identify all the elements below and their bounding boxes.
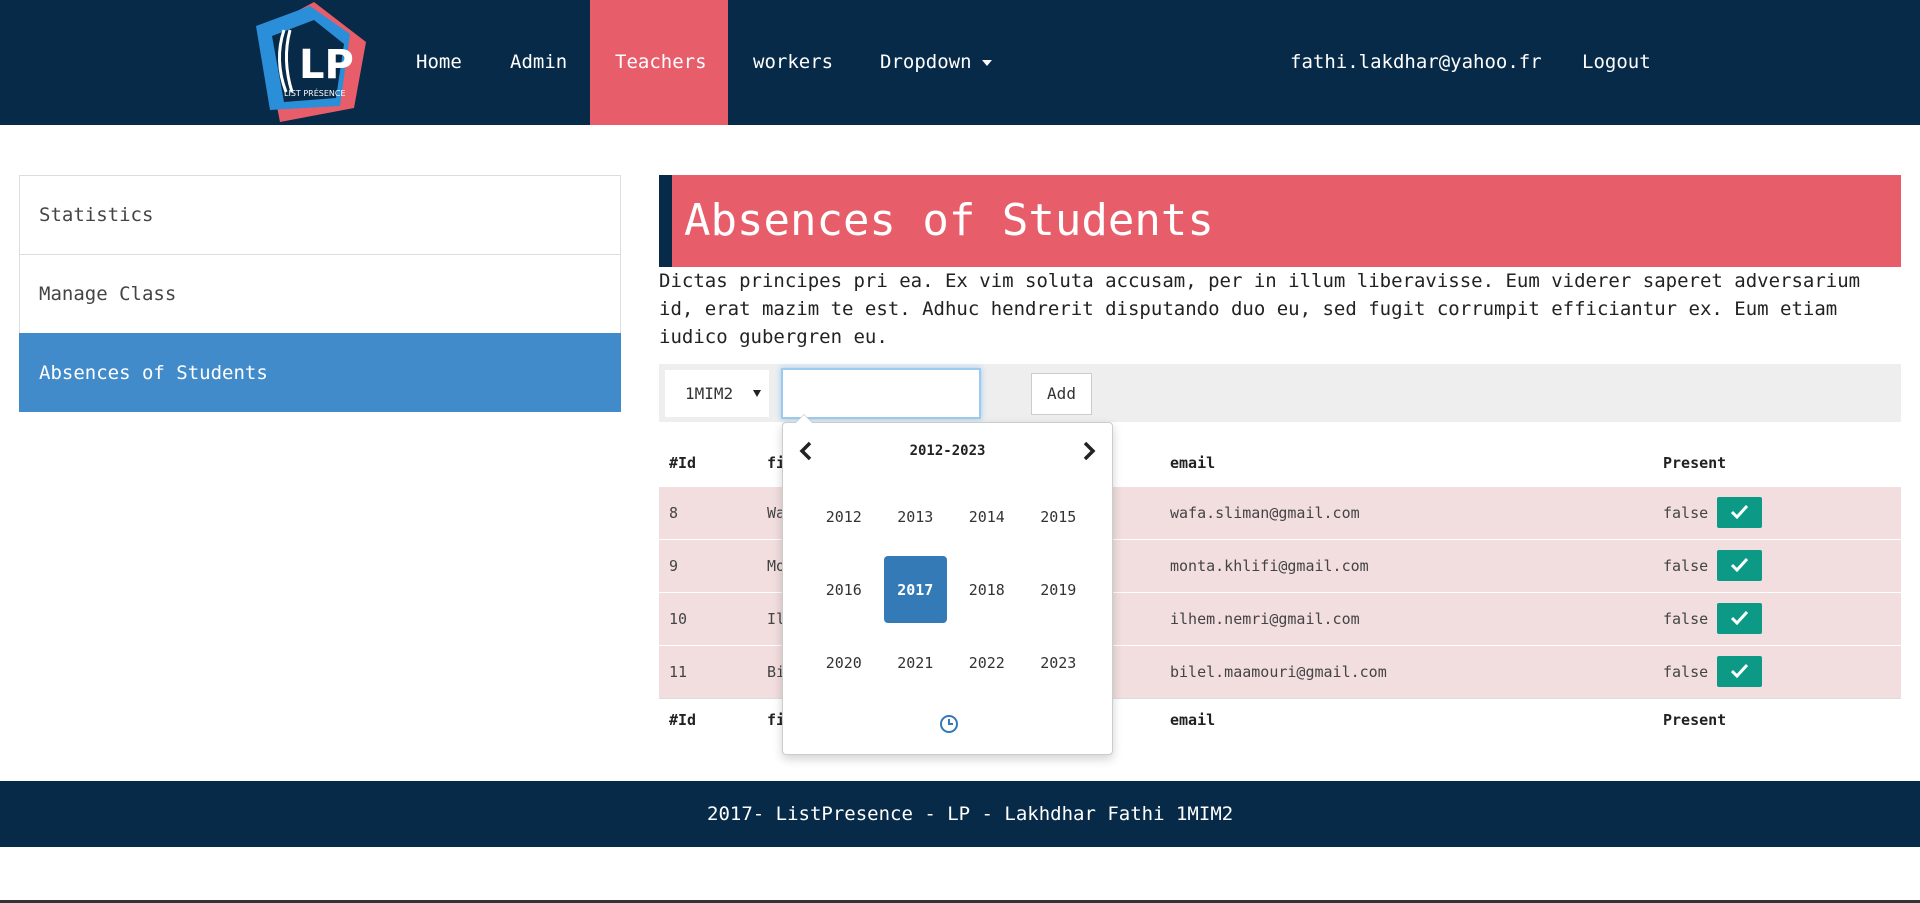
year-cell[interactable]: 2016 <box>812 556 876 623</box>
user-email-label: fathi.lakdhar@yahoo.fr <box>1290 51 1542 73</box>
present-value: false <box>1663 556 1709 575</box>
picker-decade-title[interactable]: 2012-2023 <box>833 437 1062 465</box>
caret-down-icon <box>981 59 992 66</box>
cell-id: 8 <box>659 485 757 539</box>
year-cell-selected[interactable]: 2017 <box>883 556 947 623</box>
nav-workers-label: workers <box>753 51 834 73</box>
footer: 2017- ListPresence - LP - Lakhdhar Fathi… <box>0 781 1920 847</box>
nav-admin-label: Admin <box>510 51 568 73</box>
year-cell[interactable]: 2021 <box>884 629 948 696</box>
year-cell[interactable]: 2013 <box>884 483 948 550</box>
year-cell[interactable]: 2023 <box>1027 629 1091 696</box>
nav-home[interactable]: Home <box>391 0 487 125</box>
checkmark-icon <box>1731 611 1749 625</box>
navbar: LP LIST PRÉSENCE Home Admin Teachers wor… <box>0 0 1920 125</box>
dropdown-arrow-icon <box>753 390 761 397</box>
header-id: #Id <box>669 453 697 472</box>
sidebar-item-manage-class[interactable]: Manage Class <box>19 254 621 333</box>
year-cell[interactable]: 2012 <box>812 483 876 550</box>
logo-text: LP <box>299 42 354 88</box>
logout-label: Logout <box>1582 51 1651 73</box>
cell-present: false <box>1653 591 1901 645</box>
nav-dropdown-label: Dropdown <box>880 51 972 73</box>
cell-email: ilhem.nemri@gmail.com <box>1160 591 1653 645</box>
present-value: false <box>1663 662 1709 681</box>
sidebar-item-label: Absences of Students <box>39 362 268 384</box>
footer-header-email: email <box>1170 711 1216 730</box>
sidebar: Statistics Manage Class Absences of Stud… <box>19 175 621 412</box>
add-button[interactable]: Add <box>1031 373 1092 415</box>
year-picker: 2012-2023 2012 2013 2014 2015 2016 2017 … <box>782 414 1113 755</box>
cell-present: false <box>1653 538 1901 592</box>
mark-present-button[interactable] <box>1717 603 1763 634</box>
sidebar-item-absences[interactable]: Absences of Students <box>19 333 621 412</box>
checkmark-icon <box>1731 505 1749 519</box>
year-cell[interactable]: 2022 <box>955 629 1019 696</box>
mark-present-button[interactable] <box>1717 550 1763 581</box>
year-cell[interactable]: 2019 <box>1027 556 1091 623</box>
year-cell[interactable]: 2014 <box>955 483 1019 550</box>
class-select-value: 1MIM2 <box>685 384 734 403</box>
cell-email: wafa.sliman@gmail.com <box>1160 485 1653 539</box>
footer-header-id: #Id <box>669 711 697 730</box>
filter-toolbar: 1MIM2 Add <box>659 364 1901 422</box>
sidebar-item-label: Statistics <box>39 204 154 226</box>
footer-text: 2017- ListPresence - LP - Lakhdhar Fathi… <box>707 803 1234 825</box>
chevron-right-icon[interactable] <box>1074 436 1104 466</box>
logo[interactable]: LP LIST PRÉSENCE <box>244 0 376 125</box>
cell-present: false <box>1653 644 1901 698</box>
nav-dropdown[interactable]: Dropdown <box>855 0 1017 125</box>
picker-pointer <box>795 414 813 423</box>
cell-present: false <box>1653 485 1901 539</box>
page-description: Dictas principes pri ea. Ex vim soluta a… <box>659 270 1861 348</box>
year-cell[interactable]: 2020 <box>812 629 876 696</box>
sidebar-item-statistics[interactable]: Statistics <box>19 175 621 254</box>
header-present: Present <box>1663 453 1727 472</box>
nav-workers[interactable]: workers <box>728 0 858 125</box>
main-content: Absences of Students Dictas principes pr… <box>659 175 1901 729</box>
cell-id: 11 <box>659 644 757 698</box>
cell-id: 9 <box>659 538 757 592</box>
year-grid: 2012 2013 2014 2015 2016 2017 2018 2019 … <box>808 480 1094 699</box>
header-email: email <box>1170 453 1216 472</box>
cell-id: 10 <box>659 591 757 645</box>
checkmark-icon <box>1731 558 1749 572</box>
page-heading-box: Absences of Students <box>659 175 1901 267</box>
nav-home-label: Home <box>416 51 462 73</box>
nav-teachers-label: Teachers <box>615 51 707 73</box>
logo-subtext: LIST PRÉSENCE <box>284 87 346 98</box>
clock-icon[interactable] <box>939 714 959 734</box>
year-cell[interactable]: 2015 <box>1027 483 1091 550</box>
checkmark-icon <box>1731 664 1749 678</box>
cell-email: monta.khlifi@gmail.com <box>1160 538 1653 592</box>
year-cell[interactable]: 2018 <box>955 556 1019 623</box>
mark-present-button[interactable] <box>1717 497 1763 528</box>
date-input[interactable] <box>781 368 981 419</box>
nav-logout[interactable]: Logout <box>1557 0 1676 125</box>
class-select[interactable]: 1MIM2 <box>665 370 769 417</box>
nav-user-email[interactable]: fathi.lakdhar@yahoo.fr <box>1265 0 1567 125</box>
present-value: false <box>1663 503 1709 522</box>
nav-admin[interactable]: Admin <box>485 0 592 125</box>
mark-present-button[interactable] <box>1717 656 1763 687</box>
page-title: Absences of Students <box>684 195 1214 246</box>
nav-teachers[interactable]: Teachers <box>590 0 728 125</box>
present-value: false <box>1663 609 1709 628</box>
cell-email: bilel.maamouri@gmail.com <box>1160 644 1653 698</box>
footer-header-present: Present <box>1663 711 1727 730</box>
sidebar-item-label: Manage Class <box>39 283 177 305</box>
chevron-left-icon[interactable] <box>791 436 821 466</box>
